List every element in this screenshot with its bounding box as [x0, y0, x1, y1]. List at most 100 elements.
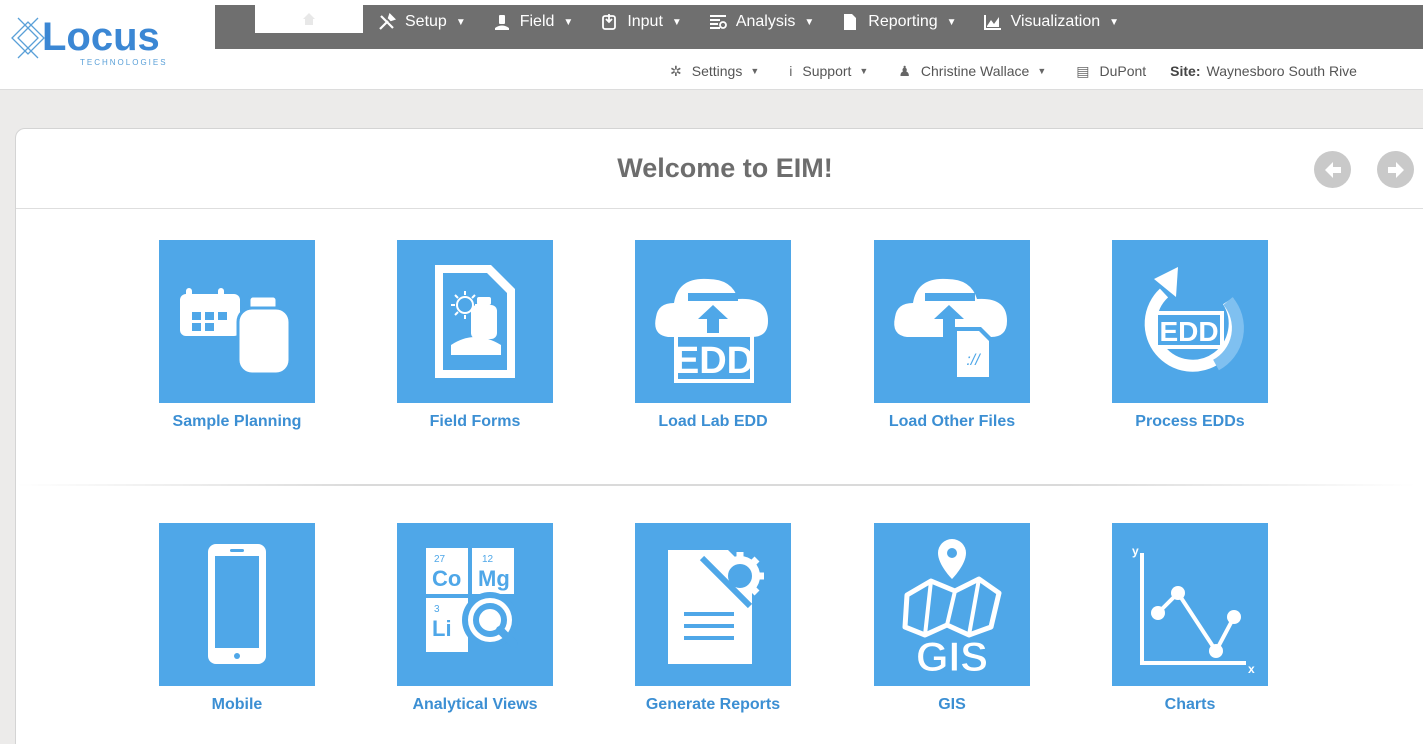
gear-icon: ✲ — [670, 62, 682, 79]
element-number: 12 — [482, 554, 494, 565]
tile-label: Analytical Views — [412, 696, 538, 713]
axis-x-label: x — [1248, 662, 1255, 675]
building-icon: ▤ — [1076, 62, 1090, 79]
menu-field[interactable]: Field ▼ — [492, 5, 573, 35]
process-cycle-icon: EDD — [1144, 266, 1244, 372]
prev-button[interactable] — [1314, 151, 1351, 188]
chevron-down-icon: ▼ — [750, 66, 760, 76]
carousel-nav — [1314, 151, 1414, 188]
user-icon: ♟ — [898, 62, 911, 79]
user-name: Christine Wallace — [920, 63, 1030, 79]
tile-label: Generate Reports — [645, 696, 781, 713]
gis-map-icon: GIS — [902, 538, 1002, 675]
home-icon — [303, 13, 315, 25]
tile-row-2: Mobile 27 Co 12 Mg 3 Li Analytical Views… — [16, 523, 1416, 733]
element-symbol: Mg — [478, 566, 510, 591]
tile-process-edds[interactable]: EDD Process EDDs — [1090, 240, 1290, 431]
user-subbar: ✲ Settings ▼ i Support ▼ ♟ Christine Wal… — [670, 60, 1357, 82]
tile-box — [159, 240, 315, 403]
element-symbol: Li — [432, 616, 452, 641]
element-number: 3 — [434, 604, 440, 615]
axis-y-label: y — [1132, 544, 1139, 558]
site-label: Site: — [1170, 63, 1201, 79]
edd-text: EDD — [1159, 316, 1218, 347]
settings-label: Settings — [691, 63, 743, 79]
brand-name: Locus — [42, 15, 160, 59]
tile-label: Field Forms — [429, 413, 521, 430]
tile-box — [397, 240, 553, 403]
cloud-upload-edd-icon: EDD — [655, 278, 768, 383]
menu-input-label: Input — [627, 13, 663, 30]
tile-load-lab-edd[interactable]: EDD Load Lab EDD — [613, 240, 813, 431]
tile-box: y x — [1112, 523, 1268, 686]
tile-box: 27 Co 12 Mg 3 Li — [397, 523, 553, 686]
user-menu[interactable]: ♟ Christine Wallace ▼ — [898, 63, 1046, 80]
site-selector[interactable]: Site: Waynesboro South Rive — [1170, 63, 1357, 79]
field-icon — [492, 13, 512, 31]
company-item[interactable]: ▤ DuPont — [1076, 63, 1146, 80]
brand-sub: TECHNOLOGIES — [80, 58, 168, 67]
tile-box: :// — [874, 240, 1030, 403]
menu-analysis[interactable]: Analysis ▼ — [708, 5, 814, 35]
tile-label: Charts — [1164, 696, 1216, 713]
tile-sample-planning[interactable]: Sample Planning — [137, 240, 337, 431]
tile-load-other-files[interactable]: :// Load Other Files — [852, 240, 1052, 431]
tile-mobile[interactable]: Mobile — [137, 523, 337, 714]
menu-visualization[interactable]: Visualization ▼ — [983, 5, 1119, 35]
analysis-icon — [708, 13, 728, 31]
tile-charts[interactable]: y x Charts — [1090, 523, 1290, 714]
support-label: Support — [802, 63, 852, 79]
tile-label: Process EDDs — [1135, 413, 1245, 430]
chevron-down-icon: ▼ — [804, 16, 815, 28]
support-menu[interactable]: i Support ▼ — [789, 63, 868, 79]
element-symbol: Co — [432, 566, 461, 591]
chevron-down-icon: ▼ — [859, 66, 869, 76]
menu-field-label: Field — [519, 13, 555, 30]
tile-label: Sample Planning — [172, 413, 302, 430]
chevron-down-icon: ▼ — [671, 16, 682, 28]
app-header: Locus TECHNOLOGIES Setup ▼ Field ▼ Input… — [0, 0, 1423, 90]
arrow-left-icon — [1324, 161, 1341, 178]
tile-label: Load Other Files — [888, 413, 1016, 430]
divider — [16, 484, 1416, 486]
main-menu-bar: Setup ▼ Field ▼ Input ▼ Analysis ▼ Repor… — [215, 5, 1423, 49]
report-gear-icon — [668, 549, 764, 664]
tile-box — [635, 523, 791, 686]
menu-input[interactable]: Input ▼ — [599, 5, 682, 35]
info-icon: i — [789, 63, 793, 79]
company-name: DuPont — [1099, 63, 1147, 79]
chevron-down-icon: ▼ — [1037, 66, 1047, 76]
menu-setup-label: Setup — [405, 13, 447, 30]
tile-label: Load Lab EDD — [658, 413, 768, 430]
home-tab[interactable] — [255, 5, 363, 33]
locus-logo[interactable]: Locus TECHNOLOGIES — [10, 8, 180, 68]
tile-analytical-views[interactable]: 27 Co 12 Mg 3 Li Analytical Views — [375, 523, 575, 714]
tile-field-forms[interactable]: Field Forms — [375, 240, 575, 431]
next-button[interactable] — [1377, 151, 1414, 188]
field-form-icon — [435, 265, 515, 378]
settings-menu[interactable]: ✲ Settings ▼ — [670, 63, 759, 80]
calendar-bottle-icon — [180, 287, 292, 375]
gis-text: GIS — [916, 633, 988, 675]
menu-analysis-label: Analysis — [735, 13, 796, 30]
tile-gis[interactable]: GIS GIS — [852, 523, 1052, 714]
tile-box: EDD — [635, 240, 791, 403]
menu-setup[interactable]: Setup ▼ — [377, 5, 466, 35]
tile-box: GIS — [874, 523, 1030, 686]
arrow-right-icon — [1387, 161, 1404, 178]
tile-row-1: Sample Planning Field Forms EDD Load Lab… — [16, 240, 1416, 450]
periodic-magnifier-icon: 27 Co 12 Mg 3 Li — [426, 547, 518, 652]
chevron-down-icon: ▼ — [946, 16, 957, 28]
mobile-phone-icon — [208, 543, 266, 664]
welcome-header: Welcome to EIM! — [16, 129, 1423, 209]
file-link-text: :// — [966, 352, 981, 369]
tile-generate-reports[interactable]: Generate Reports — [613, 523, 813, 714]
tile-box: EDD — [1112, 240, 1268, 403]
input-icon — [599, 13, 619, 31]
menu-reporting[interactable]: Reporting ▼ — [840, 5, 957, 35]
element-number: 27 — [434, 554, 446, 565]
menu-visualization-label: Visualization — [1010, 13, 1101, 30]
document-icon — [840, 13, 860, 31]
menu-reporting-label: Reporting — [868, 13, 938, 30]
page-title: Welcome to EIM! — [617, 153, 833, 183]
